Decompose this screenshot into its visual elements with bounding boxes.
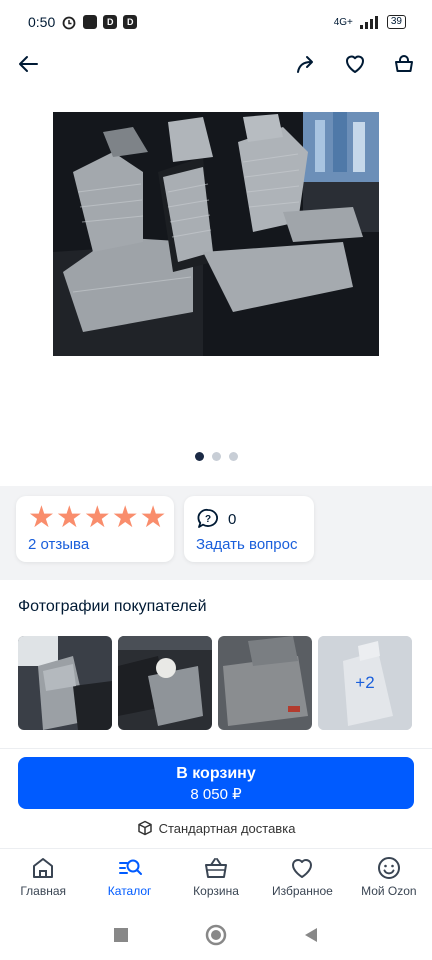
star-icon: ★: [111, 501, 139, 534]
notification-d-icon: D: [103, 15, 118, 29]
home-circle-icon[interactable]: [205, 924, 227, 946]
catalog-search-icon: [118, 859, 142, 875]
more-photos-count: +2: [355, 673, 375, 692]
status-time: 0:50: [28, 14, 56, 30]
nav-item-my-ozon[interactable]: Мой Ozon: [346, 849, 432, 906]
system-navigation-bar: [0, 910, 432, 960]
carousel-dot[interactable]: [228, 452, 238, 461]
share-icon: [297, 56, 313, 73]
nav-label-catalog: Каталог: [107, 884, 152, 898]
share-button[interactable]: [292, 50, 320, 78]
add-to-cart-button[interactable]: В корзину 8 050 ₽: [18, 757, 414, 809]
carousel-indicator: [0, 452, 432, 461]
signal-icon: [359, 16, 378, 29]
cart-button[interactable]: [390, 50, 418, 78]
delivery-label: Стандартная доставка: [158, 820, 296, 836]
back-button[interactable]: [14, 50, 42, 78]
rating-card[interactable]: ★ ★ ★ ★ ★ 2 отзыва: [16, 496, 174, 562]
bottom-navigation: Главная Каталог Корзина Избранное Мой Oz…: [0, 848, 432, 906]
back-triangle-icon[interactable]: [303, 927, 319, 943]
rating-stars: ★ ★ ★ ★ ★: [28, 501, 167, 534]
notification-app-icon: [83, 15, 98, 29]
customer-photos-list: +2: [18, 636, 412, 730]
carousel-dot[interactable]: [194, 452, 204, 461]
ask-question-link[interactable]: Задать вопрос: [196, 536, 297, 553]
customer-photo[interactable]: [218, 636, 312, 730]
network-type: 4G+: [333, 16, 353, 28]
heart-icon: [346, 55, 364, 73]
star-icon: ★: [55, 501, 83, 534]
recents-icon[interactable]: [113, 927, 129, 943]
nav-label-home: Главная: [20, 884, 67, 898]
add-to-cart-label: В корзину: [176, 765, 256, 782]
smile-icon: [377, 857, 400, 879]
nav-item-favorites[interactable]: Избранное: [259, 849, 345, 906]
carousel-dot[interactable]: [211, 452, 221, 461]
nav-label-my-ozon: Мой Ozon: [361, 884, 417, 898]
star-icon: ★: [83, 501, 111, 534]
basket-icon: [205, 858, 228, 878]
nav-item-catalog[interactable]: Каталог: [86, 849, 172, 906]
top-bar: [0, 44, 432, 84]
product-image[interactable]: [53, 112, 379, 356]
customer-photo-image: [18, 636, 112, 730]
status-bar: 0:50 D D 4G+ 39: [0, 0, 432, 44]
heart-icon: [292, 859, 313, 878]
customer-photo[interactable]: [18, 636, 112, 730]
reviews-link[interactable]: 2 отзыва: [28, 536, 89, 553]
battery-indicator: 39: [386, 15, 406, 29]
customer-photos-title: Фотографии покупателей: [18, 598, 207, 615]
nav-label-cart: Корзина: [193, 884, 239, 898]
customer-photo-image: [218, 636, 312, 730]
arrow-left-icon: [19, 56, 38, 72]
more-photos-tile[interactable]: +2: [318, 636, 412, 730]
nav-item-home[interactable]: Главная: [0, 849, 86, 906]
questions-card[interactable]: ? 0 Задать вопрос: [184, 496, 314, 562]
star-icon: ★: [139, 501, 167, 534]
nav-label-favorites: Избранное: [272, 884, 333, 898]
question-bubble-icon: ?: [197, 508, 218, 528]
customer-photo[interactable]: [118, 636, 212, 730]
nav-item-cart[interactable]: Корзина: [173, 849, 259, 906]
basket-icon: [395, 55, 413, 72]
alarm-icon: [62, 16, 76, 30]
notification-d-icon: D: [123, 15, 138, 29]
price: 8 050 ₽: [190, 786, 242, 803]
favorite-button[interactable]: [341, 50, 369, 78]
box-icon: [137, 820, 152, 836]
questions-count: 0: [228, 510, 237, 528]
star-icon: ★: [28, 501, 55, 534]
customer-photo-image: [118, 636, 212, 730]
delivery-info: Стандартная доставка: [0, 820, 432, 836]
svg-text:?: ?: [205, 514, 211, 525]
car-seat-covers-image: [53, 112, 379, 356]
home-icon: [33, 858, 54, 878]
